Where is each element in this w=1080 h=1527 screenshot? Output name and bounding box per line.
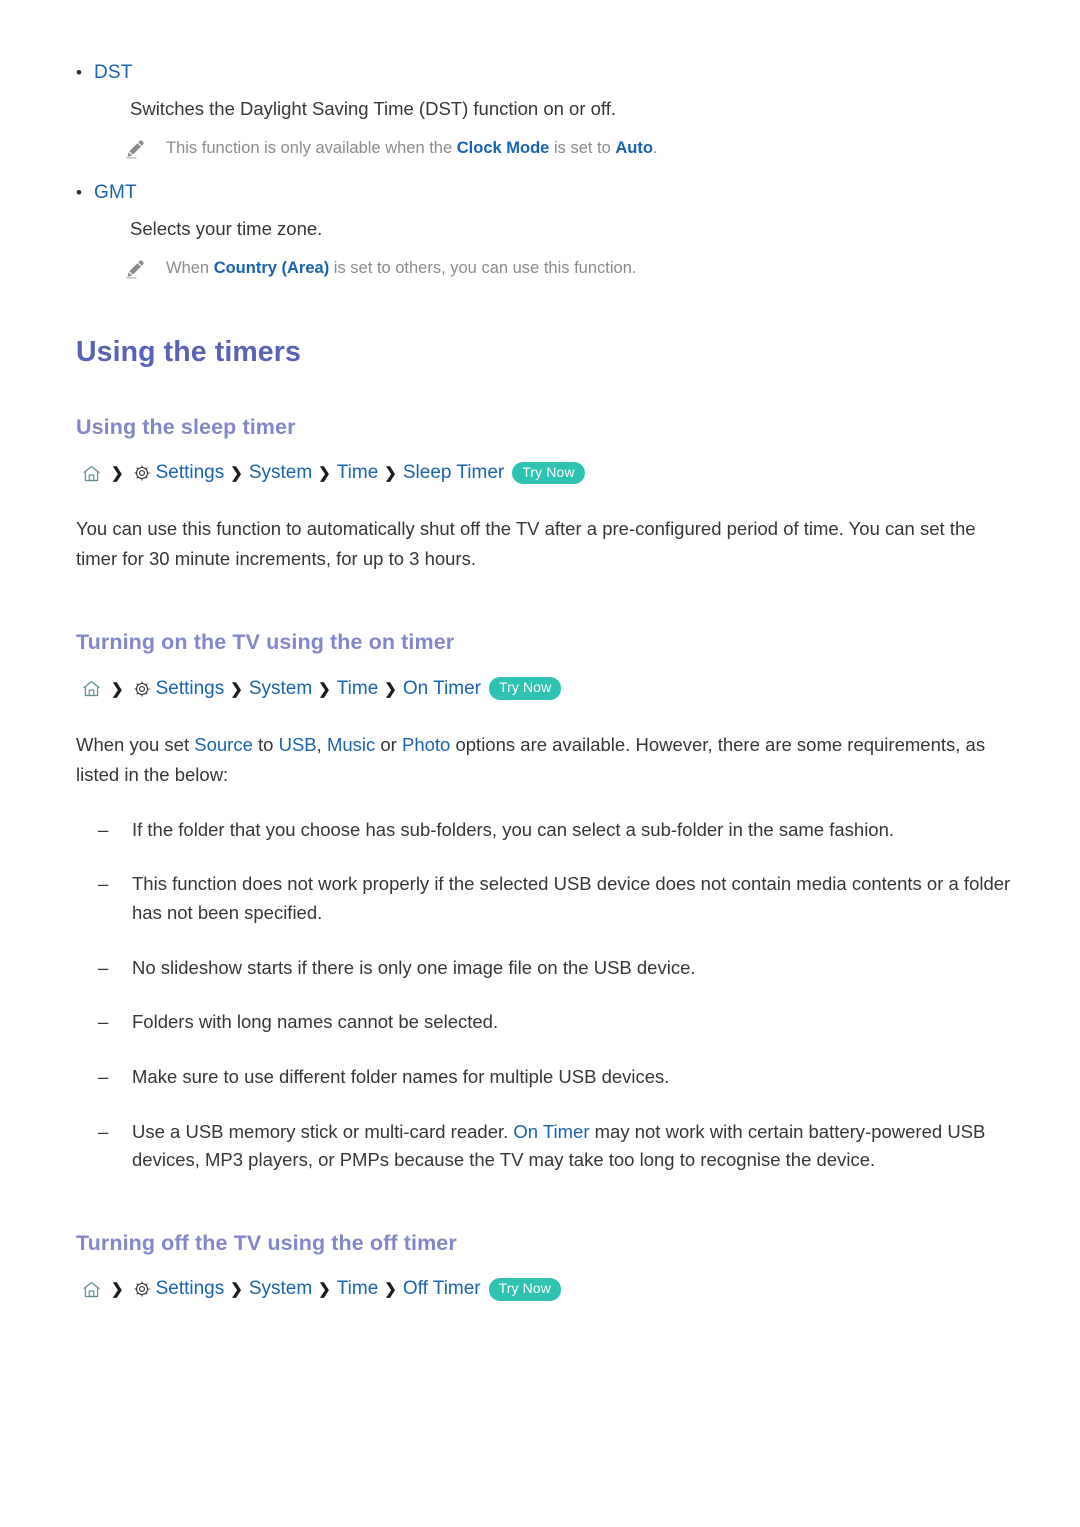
note-dst-link-auto[interactable]: Auto (615, 139, 653, 157)
option-heading-dst: DST (76, 62, 1020, 84)
dash-bullet-icon (98, 954, 132, 983)
link-usb[interactable]: USB (279, 734, 317, 755)
breadcrumb-item-on-timer[interactable]: On Timer (403, 678, 481, 700)
note-dst-after: . (652, 138, 658, 157)
breadcrumb-item-system[interactable]: System (249, 1278, 312, 1300)
note-dst-before: This function is only available when the (166, 138, 457, 157)
paragraph-part-4: or (375, 733, 402, 755)
section-paragraph-sleep-timer: You can use this function to automatical… (76, 518, 976, 570)
note-dst-link-clock-mode[interactable]: Clock Mode (457, 139, 550, 157)
option-block-dst: DST Switches the Daylight Saving Time (D… (76, 62, 1020, 160)
dash-bullet-icon (98, 870, 132, 899)
list-item-text: This function does not work properly if … (132, 873, 1011, 924)
section-heading-off-timer: Turning off the TV using the off timer (76, 1231, 457, 1256)
option-heading-gmt: GMT (76, 182, 1020, 204)
breadcrumb-item-time[interactable]: Time (337, 1278, 379, 1300)
chevron-right-icon: ❯ (230, 680, 243, 698)
link-source[interactable]: Source (194, 734, 253, 755)
list-item: This function does not work properly if … (98, 870, 1020, 927)
chevron-right-icon: ❯ (384, 465, 397, 483)
link-music[interactable]: Music (327, 734, 375, 755)
home-icon[interactable] (82, 679, 101, 698)
home-icon[interactable] (82, 1280, 101, 1299)
note-gmt-middle: is set to others, you can use this funct… (329, 258, 637, 277)
try-now-badge[interactable]: Try Now (488, 677, 562, 700)
pencil-icon (124, 137, 166, 160)
bullet-dot-icon (76, 184, 94, 201)
section-heading-on-timer: Turning on the TV using the on timer (76, 630, 455, 655)
chevron-right-icon: ❯ (230, 465, 243, 483)
chevron-right-icon: ❯ (318, 1281, 331, 1299)
option-block-gmt: GMT Selects your time zone. When Country… (76, 182, 1020, 280)
paragraph-part-3: , (316, 733, 327, 755)
chevron-right-icon: ❯ (111, 680, 124, 698)
list-item: No slideshow starts if there is only one… (98, 954, 1020, 983)
note-gmt: When Country (Area) is set to others, yo… (124, 257, 1020, 280)
gear-icon[interactable] (133, 464, 151, 482)
option-title-gmt: GMT (94, 181, 137, 203)
option-description-gmt: Selects your time zone. (130, 217, 323, 239)
option-title-dst: DST (94, 62, 133, 83)
chevron-right-icon: ❯ (230, 1281, 243, 1299)
breadcrumb-item-system[interactable]: System (249, 462, 312, 484)
try-now-badge[interactable]: Try Now (488, 1278, 561, 1301)
link-on-timer[interactable]: On Timer (513, 1121, 589, 1142)
breadcrumb-item-settings[interactable]: Settings (156, 1278, 225, 1300)
link-photo[interactable]: Photo (402, 734, 450, 755)
requirements-list: If the folder that you choose has sub-fo… (76, 816, 1020, 1175)
list-item-text: Make sure to use different folder names … (132, 1066, 670, 1088)
option-description-dst: Switches the Daylight Saving Time (DST) … (130, 98, 617, 119)
list-item-text: Folders with long names cannot be select… (132, 1011, 499, 1033)
paragraph-part-2: to (252, 733, 279, 755)
breadcrumb-item-settings[interactable]: Settings (156, 462, 225, 484)
chevron-right-icon: ❯ (318, 680, 331, 698)
note-gmt-link-country-area[interactable]: Country (Area) (214, 259, 330, 277)
home-icon[interactable] (82, 464, 101, 483)
chevron-right-icon: ❯ (384, 1281, 397, 1299)
breadcrumb-sleep-timer: ❯ Settings ❯ System ❯ Time ❯ Sleep Timer… (82, 461, 1020, 485)
chevron-right-icon: ❯ (384, 680, 397, 698)
breadcrumb-off-timer: ❯ Settings ❯ System ❯ Time ❯ Off Timer T… (82, 1278, 1020, 1301)
dash-bullet-icon (98, 1008, 132, 1037)
breadcrumb-item-off-timer[interactable]: Off Timer (403, 1278, 481, 1300)
section-heading-sleep-timer: Using the sleep timer (76, 414, 296, 439)
breadcrumb-item-time[interactable]: Time (337, 462, 379, 484)
gear-icon[interactable] (133, 680, 151, 698)
list-item: Make sure to use different folder names … (98, 1063, 1020, 1092)
try-now-badge[interactable]: Try Now (512, 461, 585, 485)
breadcrumb-item-sleep-timer[interactable]: Sleep Timer (403, 462, 504, 484)
list-item-text: Use a USB memory stick or multi-card rea… (132, 1118, 1020, 1175)
list-item-text-pre: Use a USB memory stick or multi-card rea… (132, 1120, 514, 1142)
list-item: Folders with long names cannot be select… (98, 1008, 1020, 1037)
note-dst: This function is only available when the… (124, 137, 1020, 160)
bullet-dot-icon (76, 64, 94, 81)
note-text-dst: This function is only available when the… (166, 137, 658, 160)
paragraph-part-1: When you set (76, 733, 195, 755)
list-item-text: No slideshow starts if there is only one… (132, 956, 696, 978)
breadcrumb-on-timer: ❯ Settings ❯ System ❯ Time ❯ On Timer Tr… (82, 677, 1020, 700)
gear-icon[interactable] (133, 1280, 151, 1298)
page-title: Using the timers (76, 335, 301, 368)
dash-bullet-icon (98, 1118, 132, 1147)
breadcrumb-item-system[interactable]: System (249, 678, 312, 700)
dash-bullet-icon (98, 1063, 132, 1092)
note-gmt-before: When (166, 258, 214, 277)
list-item: If the folder that you choose has sub-fo… (98, 816, 1020, 845)
list-item: Use a USB memory stick or multi-card rea… (98, 1118, 1020, 1175)
breadcrumb-item-settings[interactable]: Settings (156, 678, 225, 700)
section-paragraph-on-timer: When you set Source to USB, Music or Pho… (76, 730, 1020, 790)
list-item-text: If the folder that you choose has sub-fo… (132, 818, 895, 840)
chevron-right-icon: ❯ (111, 1281, 124, 1299)
note-dst-middle: is set to (549, 138, 616, 157)
dash-bullet-icon (98, 816, 132, 845)
breadcrumb-item-time[interactable]: Time (337, 678, 379, 700)
note-text-gmt: When Country (Area) is set to others, yo… (166, 257, 636, 280)
chevron-right-icon: ❯ (318, 465, 331, 483)
document-page: DST Switches the Daylight Saving Time (D… (0, 0, 1080, 1527)
pencil-icon (124, 257, 166, 280)
chevron-right-icon: ❯ (111, 465, 124, 483)
